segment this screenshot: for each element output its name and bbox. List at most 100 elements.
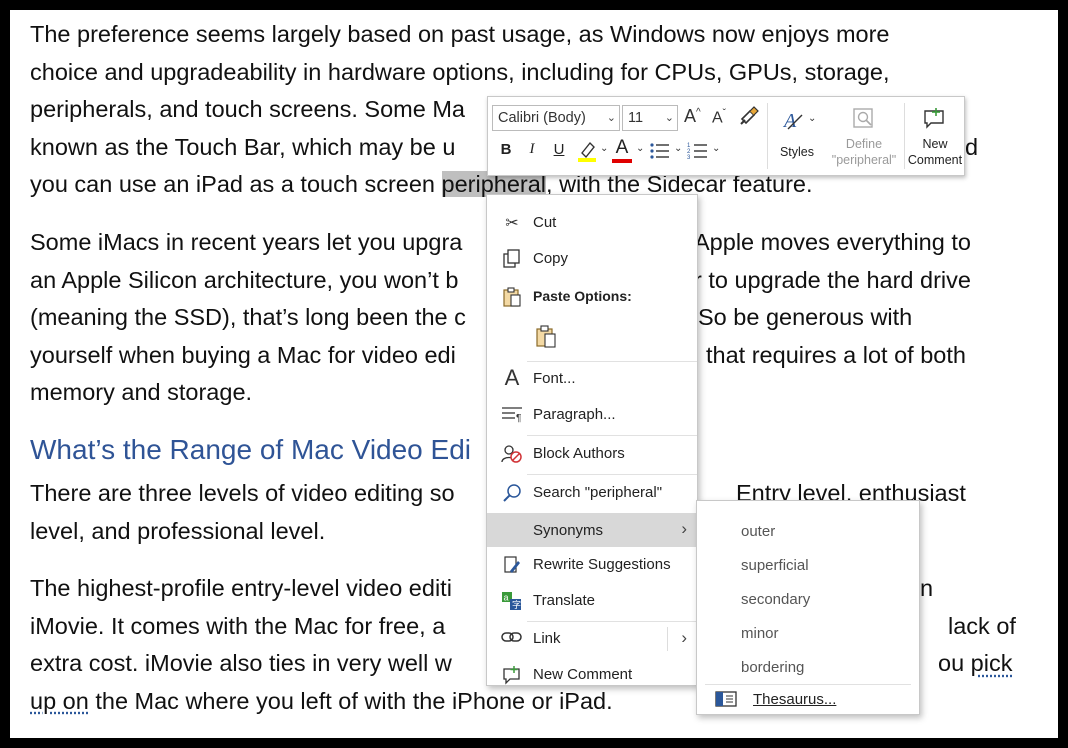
text-fragment: ou bbox=[938, 650, 971, 676]
font-color-icon: A bbox=[615, 137, 629, 158]
paragraph-icon: ¶ bbox=[501, 405, 523, 425]
underline-button[interactable]: U bbox=[549, 141, 569, 158]
text-fragment: yourself when buying a Mac for video edi bbox=[30, 341, 456, 368]
text-fragment: r to upgrade the hard drive bbox=[694, 266, 971, 293]
menu-item-label: Font... bbox=[533, 370, 576, 387]
svg-text:字: 字 bbox=[512, 599, 521, 610]
text-fragment: an Apple Silicon architecture, you won’t… bbox=[30, 266, 459, 293]
text-fragment: There are three levels of video editing … bbox=[30, 480, 455, 506]
bullets-button[interactable] bbox=[649, 141, 671, 164]
define-icon bbox=[853, 108, 873, 128]
font-color-button[interactable]: A bbox=[612, 137, 632, 163]
new-comment-icon bbox=[924, 108, 944, 129]
menu-item-block-authors[interactable]: Block Authors bbox=[487, 438, 697, 470]
menu-item-thesaurus[interactable]: Thesaurus... bbox=[697, 687, 919, 713]
text-fragment: Apple moves everything to bbox=[694, 229, 971, 255]
menu-item-copy[interactable]: Copy bbox=[487, 243, 697, 275]
menu-item-label: Thesaurus... bbox=[753, 691, 837, 708]
menu-item-label: Synonyms bbox=[533, 522, 604, 539]
menu-item-label: Search "peripheral" bbox=[533, 484, 663, 501]
menu-item-link[interactable]: Link › bbox=[487, 623, 697, 655]
paste-keep-formatting-button[interactable] bbox=[535, 325, 559, 354]
copy-icon bbox=[501, 249, 523, 269]
text-fragment: n bbox=[920, 575, 934, 601]
menu-item-label: Block Authors bbox=[533, 445, 625, 462]
synonym-item[interactable]: bordering bbox=[741, 659, 804, 676]
section-heading: What’s the Range of Mac Video Edi bbox=[30, 434, 471, 465]
menu-item-search[interactable]: Search "peripheral" bbox=[487, 477, 697, 509]
chevron-down-icon[interactable]: ⌄ bbox=[607, 106, 616, 130]
menu-item-label: Paragraph... bbox=[533, 406, 616, 423]
chevron-down-icon[interactable]: ⌄ bbox=[665, 106, 674, 130]
text-fragment: extra cost. iMovie also ties in very wel… bbox=[30, 650, 452, 676]
synonym-item[interactable]: minor bbox=[741, 625, 779, 642]
chevron-right-icon[interactable]: › bbox=[681, 628, 687, 648]
numbering-button[interactable]: 1 2 3 bbox=[687, 141, 709, 164]
define-label-word: "peripheral" bbox=[831, 153, 897, 167]
text-fragment: iMovie. It comes with the Mac for free, … bbox=[30, 612, 446, 639]
menu-item-new-comment[interactable]: New Comment bbox=[487, 659, 697, 691]
text-fragment: you can use an iPad as a touch screen bbox=[30, 171, 442, 197]
translate-icon: a字 bbox=[501, 591, 523, 611]
text-fragment: (meaning the SSD), that’s long been the … bbox=[30, 304, 466, 330]
flagged-word[interactable]: pick bbox=[971, 650, 1013, 676]
new-comment-button[interactable]: New Comment bbox=[906, 103, 964, 169]
menu-divider bbox=[705, 684, 911, 685]
paste-options-header: Paste Options: bbox=[487, 281, 697, 309]
toolbar-divider bbox=[767, 103, 768, 169]
menu-item-rewrite[interactable]: Rewrite Suggestions bbox=[487, 549, 697, 581]
text-fragment: the Mac where you left of with the iPhon… bbox=[88, 687, 613, 714]
menu-item-cut[interactable]: ✂ Cut bbox=[487, 207, 697, 239]
toolbar-divider bbox=[904, 103, 905, 169]
text-fragment: The highest-profile entry-level video ed… bbox=[30, 575, 452, 601]
shrink-font-button[interactable]: Aˇ bbox=[712, 108, 726, 127]
chevron-down-icon[interactable]: ⌄ bbox=[674, 143, 682, 154]
menu-item-label: Translate bbox=[533, 592, 595, 609]
menu-item-translate[interactable]: a字 Translate bbox=[487, 585, 697, 617]
paste-icon bbox=[536, 325, 556, 348]
search-icon bbox=[501, 483, 523, 503]
svg-text:3: 3 bbox=[687, 155, 691, 161]
text-line: choice and upgradeability in hardware op… bbox=[30, 58, 890, 85]
bold-button[interactable]: B bbox=[496, 141, 516, 158]
link-icon bbox=[501, 629, 523, 649]
new-comment-label-2: Comment bbox=[907, 153, 963, 167]
text-line: The preference seems largely based on pa… bbox=[30, 21, 890, 47]
svg-text:a: a bbox=[504, 593, 509, 603]
scissors-icon: ✂ bbox=[505, 215, 519, 232]
menu-item-synonyms[interactable]: Synonyms › bbox=[487, 513, 697, 547]
text-fragment: d bbox=[965, 133, 979, 160]
chevron-down-icon[interactable]: ⌄ bbox=[600, 143, 608, 154]
define-label: Define bbox=[845, 137, 883, 151]
menu-item-font[interactable]: A Font... bbox=[487, 363, 697, 395]
synonym-item[interactable]: outer bbox=[741, 523, 775, 540]
synonym-item[interactable]: superficial bbox=[741, 557, 809, 574]
styles-label: Styles bbox=[779, 145, 815, 159]
chevron-down-icon[interactable]: ⌄ bbox=[712, 143, 720, 154]
font-name-combo[interactable]: Calibri (Body) ⌄ bbox=[492, 105, 620, 131]
format-painter-button[interactable] bbox=[738, 105, 760, 130]
styles-icon: A bbox=[782, 110, 803, 132]
menu-divider bbox=[527, 361, 697, 362]
font-size-combo[interactable]: 11 ⌄ bbox=[622, 105, 678, 131]
chevron-down-icon[interactable]: ⌄ bbox=[636, 143, 644, 154]
grow-font-button[interactable]: A^ bbox=[684, 106, 701, 127]
highlight-button[interactable] bbox=[576, 139, 598, 166]
italic-button[interactable]: I bbox=[522, 141, 542, 158]
text-fragment: ou pick bbox=[938, 645, 1012, 683]
define-button[interactable]: Define "peripheral" bbox=[826, 103, 902, 169]
menu-item-paragraph[interactable]: ¶ Paragraph... bbox=[487, 399, 697, 431]
styles-button[interactable]: A ⌄ Styles bbox=[774, 103, 820, 169]
font-size-value: 11 bbox=[628, 110, 644, 126]
text-fragment: So be generous with bbox=[698, 304, 913, 330]
shrink-font-icon: A bbox=[712, 109, 723, 127]
paste-icon bbox=[501, 287, 523, 307]
menu-divider bbox=[527, 474, 697, 475]
flagged-word[interactable]: up on bbox=[30, 688, 89, 714]
synonym-item[interactable]: secondary bbox=[741, 591, 810, 608]
text-fragment: Some iMacs in recent years let you upgra bbox=[30, 229, 463, 255]
font-name-value: Calibri (Body) bbox=[498, 110, 586, 126]
new-comment-label: New bbox=[922, 137, 948, 151]
grow-font-icon: A bbox=[684, 106, 697, 126]
menu-item-label: Link bbox=[533, 630, 561, 647]
